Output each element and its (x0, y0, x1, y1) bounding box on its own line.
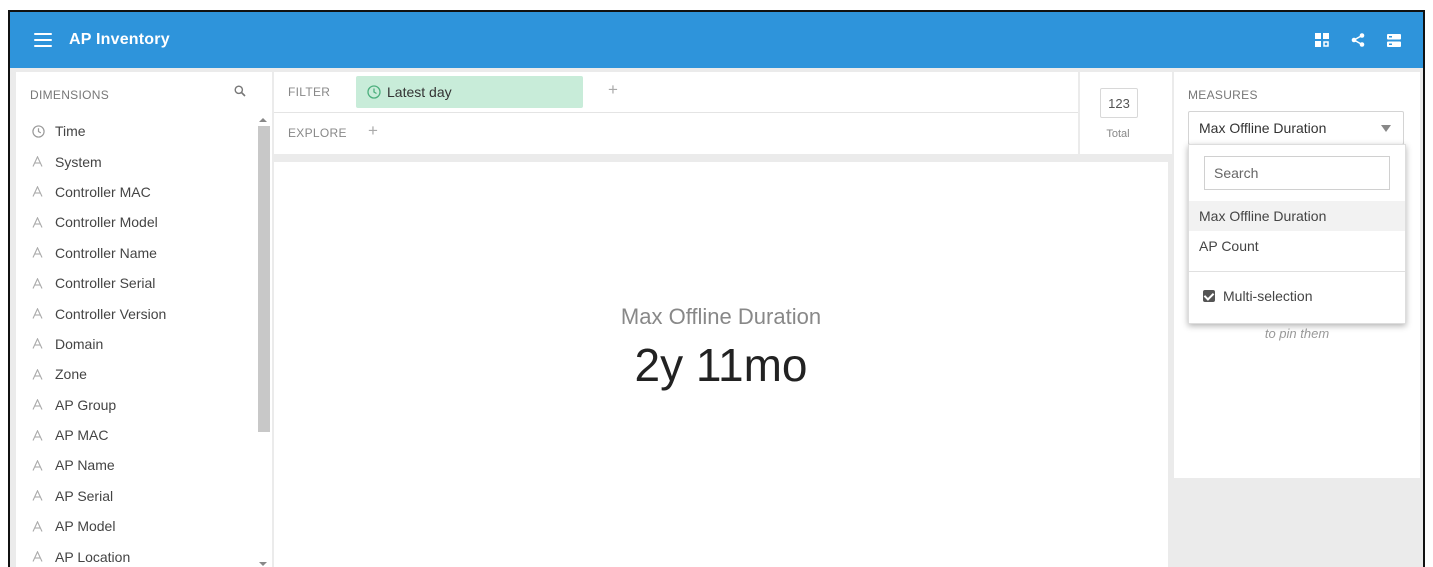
measure-search-input[interactable] (1204, 156, 1390, 190)
add-explore-button[interactable]: + (368, 121, 378, 141)
scroll-up-icon[interactable] (259, 118, 267, 122)
measure-option-ap-count[interactable]: AP Count (1189, 231, 1405, 261)
multi-selection-toggle[interactable]: Multi-selection (1203, 288, 1312, 304)
measure-select[interactable]: Max Offline Duration (1188, 111, 1404, 145)
dimension-label: Controller Version (55, 305, 167, 322)
explore-row: EXPLORE + (274, 113, 1078, 154)
top-actions (1315, 12, 1401, 68)
text-dimension-icon (32, 216, 46, 228)
dimension-item[interactable]: Zone (16, 359, 250, 389)
filter-chip-latest-day[interactable]: Latest day (356, 76, 583, 108)
text-dimension-icon (32, 247, 46, 258)
dimension-item[interactable]: AP Serial (16, 481, 250, 511)
app-frame: AP Inventory DIMENSIONS Time System Contro… (8, 10, 1425, 567)
search-icon[interactable] (234, 84, 246, 102)
text-dimension-icon (32, 308, 46, 319)
dimension-label: AP Group (55, 396, 117, 413)
dimension-item[interactable]: AP Name (16, 450, 250, 480)
dimension-item[interactable]: AP Model (16, 511, 250, 541)
text-dimension-icon (32, 399, 46, 410)
scroll-down-icon[interactable] (259, 562, 267, 566)
dimension-label: Zone (55, 366, 87, 383)
text-dimension-icon (32, 459, 46, 471)
text-dimension-icon (32, 186, 46, 198)
dimension-item[interactable]: System (16, 146, 250, 176)
dimension-item[interactable]: Controller Version (16, 298, 250, 328)
top-bar: AP Inventory (10, 12, 1423, 68)
dimensions-panel: DIMENSIONS Time System Controller MAC Contr… (16, 72, 272, 567)
dimensions-header: DIMENSIONS (30, 88, 110, 102)
main-visualization: Max Offline Duration 2y 11mo (274, 162, 1168, 567)
dimension-label: Controller Serial (55, 275, 156, 292)
text-dimension-icon (32, 429, 46, 441)
dimension-item[interactable]: Controller MAC (16, 177, 250, 207)
filter-row: FILTER Latest day + (274, 72, 1078, 113)
dimension-label: AP Location (55, 548, 131, 565)
text-dimension-icon (32, 520, 46, 532)
clock-icon (367, 85, 381, 99)
dimension-item[interactable]: Time (16, 116, 250, 146)
dimension-label: Controller Model (55, 214, 158, 231)
dimension-item[interactable]: AP Group (16, 390, 250, 420)
text-dimension-icon (32, 338, 46, 350)
dimension-label: Time (55, 123, 86, 140)
text-dimension-icon (32, 551, 46, 562)
dimension-item[interactable]: Controller Serial (16, 268, 250, 298)
filter-label: FILTER (288, 85, 331, 99)
text-dimension-icon (32, 277, 46, 289)
hamburger-menu-icon[interactable] (34, 33, 52, 47)
settings-icon[interactable] (1387, 33, 1401, 47)
dropdown-divider (1189, 271, 1405, 272)
dimension-label: Domain (55, 335, 104, 352)
text-dimension-icon (32, 368, 46, 380)
dimension-item[interactable]: AP MAC (16, 420, 250, 450)
dimension-item[interactable]: AP Location (16, 541, 250, 567)
measure-dropdown: Max Offline Duration AP Count Multi-sele… (1188, 144, 1406, 324)
metric-value: 2y 11mo (634, 339, 808, 391)
text-dimension-icon (32, 490, 46, 502)
explore-label: EXPLORE (288, 126, 347, 140)
app-title: AP Inventory (69, 31, 170, 48)
measure-select-value: Max Offline Duration (1199, 120, 1327, 136)
dimension-item[interactable]: Domain (16, 329, 250, 359)
dimensions-scrollbar[interactable] (256, 110, 270, 567)
dimension-label: Controller MAC (55, 183, 151, 200)
dimension-label: AP Serial (55, 487, 114, 504)
dimension-label: AP Model (55, 518, 116, 535)
add-filter-button[interactable]: + (608, 80, 618, 100)
filter-chip-label: Latest day (387, 84, 452, 100)
dimensions-list: Time System Controller MAC Controller Model… (16, 116, 250, 567)
filter-bar: FILTER Latest day + EXPLORE + (274, 72, 1078, 154)
checkbox-icon[interactable] (1203, 290, 1215, 302)
share-icon[interactable] (1351, 33, 1365, 47)
dimension-label: System (55, 153, 102, 170)
dimension-label: AP MAC (55, 427, 109, 444)
dimension-item[interactable]: Controller Name (16, 238, 250, 268)
dimension-item[interactable]: Controller Model (16, 207, 250, 237)
metric-name: Max Offline Duration (620, 304, 822, 329)
clock-icon (32, 125, 46, 138)
multi-selection-label: Multi-selection (1223, 288, 1313, 304)
measure-option-max-offline-duration[interactable]: Max Offline Duration (1189, 201, 1405, 231)
pin-hint: to pin them (1264, 326, 1330, 341)
scroll-thumb[interactable] (258, 126, 270, 432)
dimension-label: AP Name (55, 457, 115, 474)
dashboard-icon[interactable] (1315, 33, 1329, 47)
text-dimension-icon (32, 156, 46, 167)
total-count[interactable]: 123 (1100, 88, 1138, 118)
dimension-label: Controller Name (55, 244, 157, 261)
total-box: 123 Total (1080, 72, 1172, 154)
measures-header: MEASURES (1188, 88, 1258, 102)
total-label: Total (1106, 128, 1130, 140)
chevron-down-icon (1381, 125, 1391, 132)
